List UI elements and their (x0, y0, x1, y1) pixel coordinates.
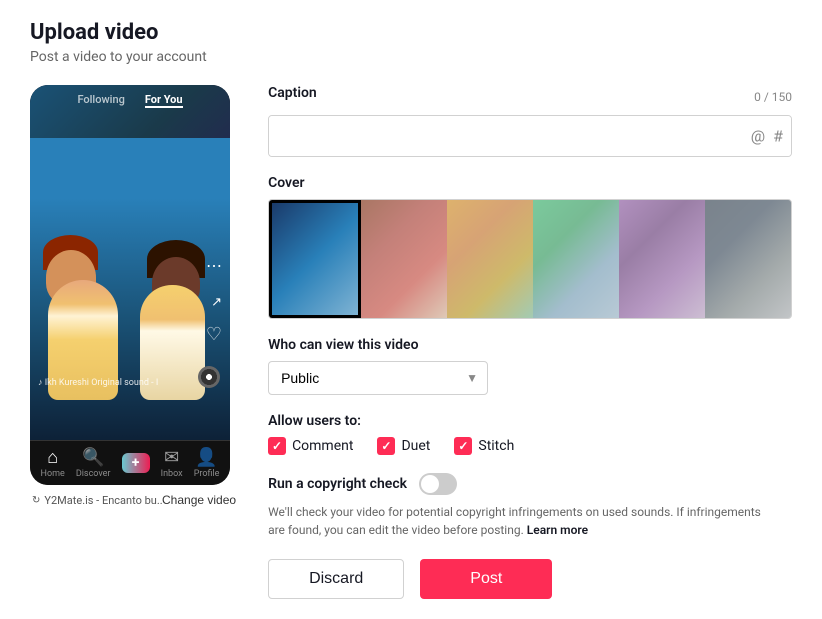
cover-thumb-6[interactable] (705, 200, 791, 318)
phone-top-bar: Following For You (30, 85, 230, 113)
visibility-select-wrapper: Public Friends Private ▼ (268, 361, 488, 395)
cover-thumb-3[interactable] (447, 200, 533, 318)
profile-icon: 👤 (195, 447, 217, 468)
page-title: Upload video (30, 20, 792, 45)
nav-home-label: Home (41, 469, 65, 479)
cover-thumb-5[interactable] (619, 200, 705, 318)
page-header: Upload video Post a video to your accoun… (30, 20, 792, 65)
stitch-checkbox[interactable]: ✓ (454, 437, 472, 455)
filename-text: Y2Mate.is - Encanto bu... (44, 494, 162, 507)
filename-label: ↻ Y2Mate.is - Encanto bu... (32, 494, 162, 507)
phone-tab-for-you: For You (145, 93, 183, 108)
cover-section: Cover (268, 175, 792, 319)
at-icon[interactable]: @ (751, 127, 765, 146)
copyright-section: Run a copyright check We'll check your v… (268, 473, 792, 539)
copyright-toggle[interactable] (419, 473, 457, 495)
thumb-6-overlay (705, 200, 791, 318)
page-subtitle: Post a video to your account (30, 49, 792, 65)
thumb-5-overlay (619, 200, 705, 318)
discard-button[interactable]: Discard (268, 559, 404, 599)
thumb-1-color (272, 203, 358, 315)
duet-label: Duet (401, 438, 430, 454)
phone-music-text: ♪ Ikh Kureshi Original sound - I (38, 377, 158, 388)
phone-mockup: Following For You (30, 85, 238, 507)
caption-input-wrapper: @ # (268, 115, 792, 157)
copyright-row: Run a copyright check (268, 473, 792, 495)
change-video-button[interactable]: Change video (162, 493, 236, 507)
caption-input[interactable] (269, 116, 791, 156)
allow-users-label: Allow users to: (268, 413, 792, 429)
duet-check-icon: ✓ (381, 439, 391, 453)
visibility-select[interactable]: Public Friends Private (268, 361, 488, 395)
allow-comment-item[interactable]: ✓ Comment (268, 437, 353, 455)
nav-inbox: ✉ Inbox (161, 447, 183, 479)
visibility-section: Who can view this video Public Friends P… (268, 337, 792, 395)
discover-icon: 🔍 (82, 447, 104, 468)
cover-thumb-1[interactable] (269, 200, 361, 318)
allow-duet-item[interactable]: ✓ Duet (377, 437, 430, 455)
phone-heart-icon: ♡ (206, 324, 222, 345)
cover-thumb-4[interactable] (533, 200, 619, 318)
phone-share-icon: ↗ (211, 295, 222, 310)
cover-strip (268, 199, 792, 319)
visibility-label: Who can view this video (268, 337, 792, 353)
phone-dots-icon: ⋯ (206, 256, 222, 275)
caption-char-count: 0 / 150 (754, 90, 792, 104)
nav-profile-label: Profile (194, 469, 220, 479)
copyright-note: We'll check your video for potential cop… (268, 503, 778, 539)
stitch-check-icon: ✓ (458, 439, 468, 453)
phone-video-area: ⋯ ↗ ♡ ♪ Ikh Kureshi Original sound - I (30, 85, 230, 440)
nav-plus: + (122, 453, 150, 473)
cover-thumb-2[interactable] (361, 200, 447, 318)
stitch-label: Stitch (478, 438, 514, 454)
copyright-note-text: We'll check your video for potential cop… (268, 505, 761, 537)
music-disc-icon (198, 366, 220, 388)
allow-users-row: ✓ Comment ✓ Duet ✓ Stitch (268, 437, 792, 455)
caption-section: Caption 0 / 150 @ # (268, 85, 792, 157)
action-buttons: Discard Post (268, 559, 792, 599)
cover-label: Cover (268, 175, 792, 191)
home-icon: ⌂ (47, 447, 58, 468)
comment-label: Comment (292, 438, 353, 454)
toggle-knob (421, 475, 439, 493)
inbox-icon: ✉ (164, 447, 179, 468)
copyright-label: Run a copyright check (268, 476, 407, 492)
comment-checkbox[interactable]: ✓ (268, 437, 286, 455)
duet-checkbox[interactable]: ✓ (377, 437, 395, 455)
plus-icon: + (122, 453, 150, 473)
nav-discover: 🔍 Discover (76, 447, 111, 479)
nav-profile: 👤 Profile (194, 447, 220, 479)
post-button[interactable]: Post (420, 559, 552, 599)
allow-users-section: Allow users to: ✓ Comment ✓ Duet ✓ (268, 413, 792, 455)
form-area: Caption 0 / 150 @ # Cover (268, 85, 792, 599)
nav-inbox-label: Inbox (161, 469, 183, 479)
nav-home: ⌂ Home (41, 447, 65, 479)
caption-label: Caption (268, 85, 317, 101)
learn-more-link[interactable]: Learn more (527, 523, 588, 537)
caption-icons: @ # (751, 127, 783, 146)
thumb-3-overlay (447, 200, 533, 318)
phone-tab-following: Following (77, 93, 124, 108)
allow-stitch-item[interactable]: ✓ Stitch (454, 437, 514, 455)
hash-icon[interactable]: # (773, 127, 783, 146)
thumb-2-overlay (361, 200, 447, 318)
nav-discover-label: Discover (76, 469, 111, 479)
phone-bottom-nav: ⌂ Home 🔍 Discover + ✉ Inbox 👤 Profile (30, 440, 230, 485)
sync-icon: ↻ (32, 495, 40, 506)
thumb-4-overlay (533, 200, 619, 318)
comment-check-icon: ✓ (272, 439, 282, 453)
